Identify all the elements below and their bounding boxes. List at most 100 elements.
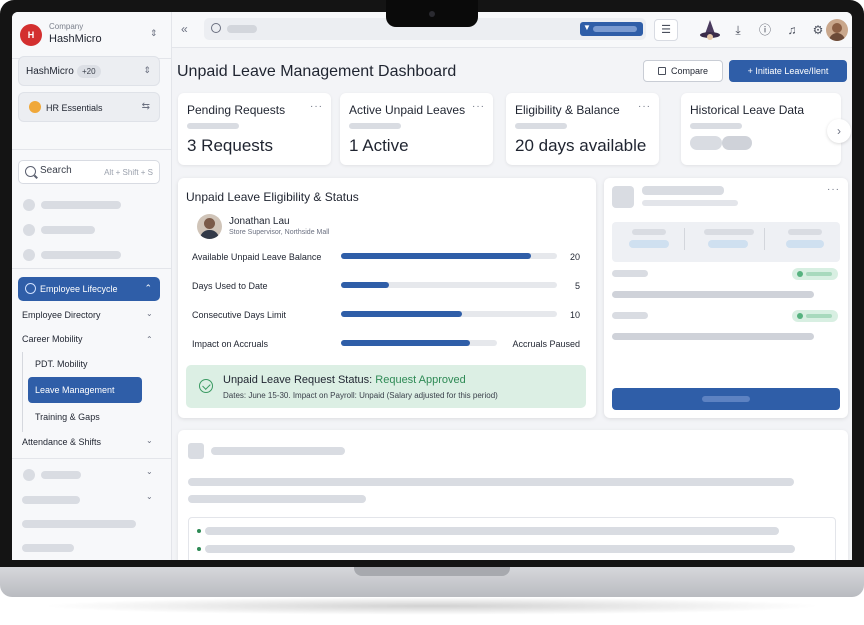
placeholder-bar [22, 496, 80, 504]
summary-card-placeholder: ··· [604, 178, 848, 418]
progress-track [341, 253, 557, 259]
laptop-base [0, 567, 864, 597]
placeholder-bar [612, 270, 648, 277]
more-icon[interactable]: ··· [472, 101, 485, 112]
divider [764, 228, 765, 250]
placeholder-bar [632, 229, 666, 235]
progress-fill [341, 282, 389, 288]
metric-value: 5 [574, 281, 580, 291]
primary-action-placeholder[interactable] [612, 388, 840, 410]
wizard-avatar[interactable] [699, 19, 721, 41]
sidebar: H Company HashMicro ⇕ HashMicro +20 ⇕ HR… [12, 12, 172, 560]
filter-icon: ▼ [583, 23, 591, 32]
status-line: Unpaid Leave Request Status: Request App… [223, 374, 466, 386]
placeholder-bar [187, 123, 239, 129]
chevron-updown-icon[interactable]: ⇕ [150, 28, 158, 39]
placeholder-bar [612, 291, 814, 298]
metric-value: 20 [569, 252, 580, 262]
placeholder-bar [22, 544, 74, 552]
metric-label: Impact on Accruals [192, 339, 269, 349]
divider [12, 149, 172, 150]
tenant-count-badge: +20 [77, 65, 101, 78]
employee-role: Store Supervisor, Northside Mall [229, 229, 330, 236]
submenu-guide [22, 352, 23, 432]
chevron-down-icon[interactable]: ⌄ [146, 436, 153, 445]
progress-fill [341, 311, 462, 317]
initiate-leave-button[interactable]: + Initiate Leave/Ilent [729, 60, 847, 82]
stat-card-historical[interactable]: Historical Leave Data [681, 93, 841, 165]
chevron-right-icon[interactable]: › [827, 119, 851, 143]
tenant-name: HashMicro [26, 66, 74, 77]
module-selector[interactable]: HR Essentials ⇆ [18, 92, 160, 122]
download-icon[interactable]: ⤓ [727, 19, 749, 41]
sidebar-section-employee-lifecycle[interactable]: Employee Lifecycle ⌃ [18, 277, 160, 301]
placeholder-bar [188, 478, 794, 486]
eligibility-card: Unpaid Leave Eligibility & Status Jonath… [178, 178, 596, 418]
status-prefix: Unpaid Leave Request Status: [223, 374, 376, 386]
placeholder-bar [612, 312, 648, 319]
placeholder-bar [704, 229, 754, 235]
search-icon [211, 23, 221, 33]
bell-icon[interactable]: ♫ [781, 19, 803, 41]
swap-icon[interactable]: ⇆ [142, 101, 150, 112]
employee-name: Jonathan Lau [229, 216, 290, 227]
sidebar-item-career-mobility[interactable]: Career Mobility [22, 334, 83, 344]
placeholder-pill [722, 136, 752, 150]
compare-label: Compare [670, 66, 708, 76]
more-icon[interactable]: ··· [310, 101, 323, 112]
chevron-up-icon[interactable]: ⌃ [146, 335, 153, 344]
sidebar-item-training-gaps[interactable]: Training & Gaps [35, 412, 100, 422]
more-icon[interactable]: ··· [638, 101, 651, 112]
placeholder-bar [41, 251, 121, 259]
sidebar-item-pdt-mobility[interactable]: PDT. Mobility [35, 359, 88, 369]
help-icon[interactable]: ⓘ [754, 19, 776, 41]
sidebar-item-label: Leave Management [35, 385, 115, 395]
placeholder-bar [612, 333, 814, 340]
bullet-icon [197, 529, 201, 533]
tune-icon[interactable]: ☰ [654, 19, 678, 41]
placeholder-bar [642, 186, 724, 195]
module-icon [29, 101, 41, 113]
stat-card-active[interactable]: Active Unpaid Leaves ··· 1 Active [340, 93, 493, 165]
module-name: HR Essentials [46, 103, 103, 113]
placeholder-band [612, 222, 840, 262]
check-circle-icon [199, 379, 213, 393]
chevron-down-icon[interactable]: ⌄ [146, 492, 153, 501]
more-icon[interactable]: ··· [827, 184, 840, 195]
search-input[interactable] [40, 165, 100, 176]
filter-chip[interactable]: ▼ [580, 22, 643, 36]
divider [12, 268, 172, 269]
chevron-down-icon[interactable]: ⌄ [146, 309, 153, 318]
company-switcher[interactable]: H Company HashMicro ⇕ [18, 20, 164, 56]
page-title: Unpaid Leave Management Dashboard [177, 63, 457, 80]
card-title: Unpaid Leave Eligibility & Status [186, 190, 359, 204]
status-state: Request Approved [375, 374, 466, 386]
placeholder-pill [690, 136, 722, 150]
stat-value: 20 days available [515, 136, 647, 155]
stat-value: 3 Requests [187, 136, 273, 155]
placeholder-bar [41, 471, 81, 479]
top-bar: « ▼ ☰ ⤓ ⓘ ♫ ⚙ [172, 12, 852, 48]
employee-avatar [197, 214, 222, 239]
stat-card-pending[interactable]: Pending Requests ··· 3 Requests [178, 93, 331, 165]
camera-notch [386, 0, 478, 27]
sidebar-search[interactable]: Alt + Shift + S [18, 160, 160, 184]
sidebar-item-leave-management[interactable]: Leave Management [28, 377, 142, 403]
progress-track [341, 311, 557, 317]
metric-label: Available Unpaid Leave Balance [192, 252, 322, 262]
placeholder-bar [227, 25, 257, 33]
user-avatar[interactable] [826, 19, 848, 41]
placeholder-bar [41, 201, 121, 209]
compare-button[interactable]: Compare [643, 60, 723, 82]
collapse-sidebar-icon[interactable]: « [181, 22, 188, 36]
placeholder-bar [211, 447, 345, 455]
tenant-selector[interactable]: HashMicro +20 ⇕ [18, 56, 160, 86]
placeholder-icon [23, 469, 35, 481]
sidebar-item-attendance-shifts[interactable]: Attendance & Shifts [22, 437, 101, 447]
placeholder-bar [629, 240, 669, 248]
placeholder-bar [642, 200, 738, 206]
base-notch [354, 567, 510, 576]
stat-card-eligibility[interactable]: Eligibility & Balance ··· 20 days availa… [506, 93, 659, 165]
chevron-down-icon[interactable]: ⌄ [146, 467, 153, 476]
sidebar-item-employee-directory[interactable]: Employee Directory [22, 310, 101, 320]
